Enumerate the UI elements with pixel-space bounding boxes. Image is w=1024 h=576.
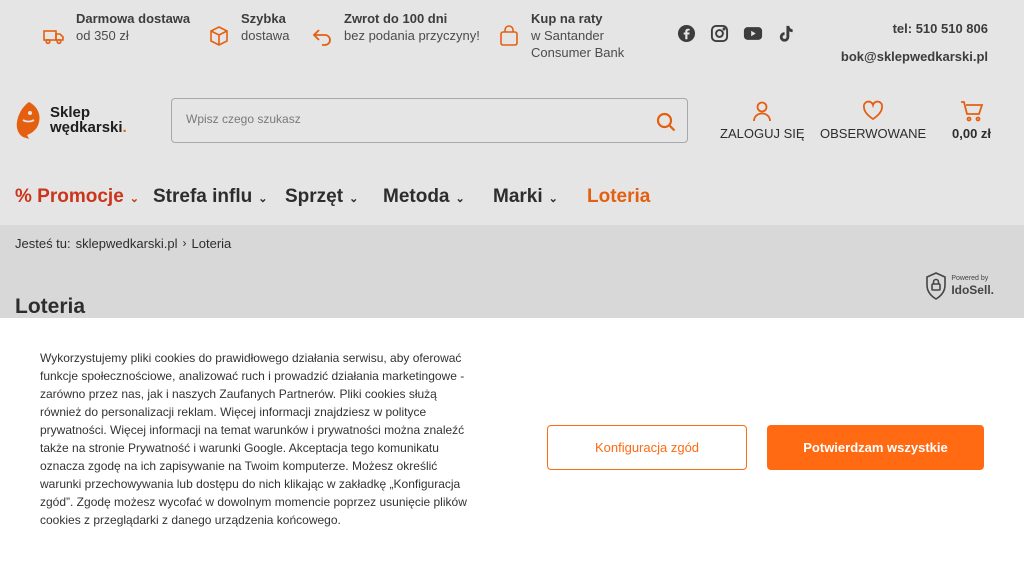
badge-brand: IdoSell. — [951, 283, 994, 297]
cookie-config-button[interactable]: Konfiguracja zgód — [547, 425, 747, 470]
cookie-accept-all-button[interactable]: Potwierdzam wszystkie — [767, 425, 984, 470]
cookie-text: Wykorzystujemy pliki cookies do prawidło… — [40, 351, 467, 527]
shield-lock-icon — [926, 272, 947, 300]
badge-powered-by: Powered by — [951, 275, 989, 282]
cookie-banner: Wykorzystujemy pliki cookies do prawidło… — [0, 318, 1024, 576]
idosell-badge[interactable]: Powered by IdoSell. — [925, 272, 994, 300]
